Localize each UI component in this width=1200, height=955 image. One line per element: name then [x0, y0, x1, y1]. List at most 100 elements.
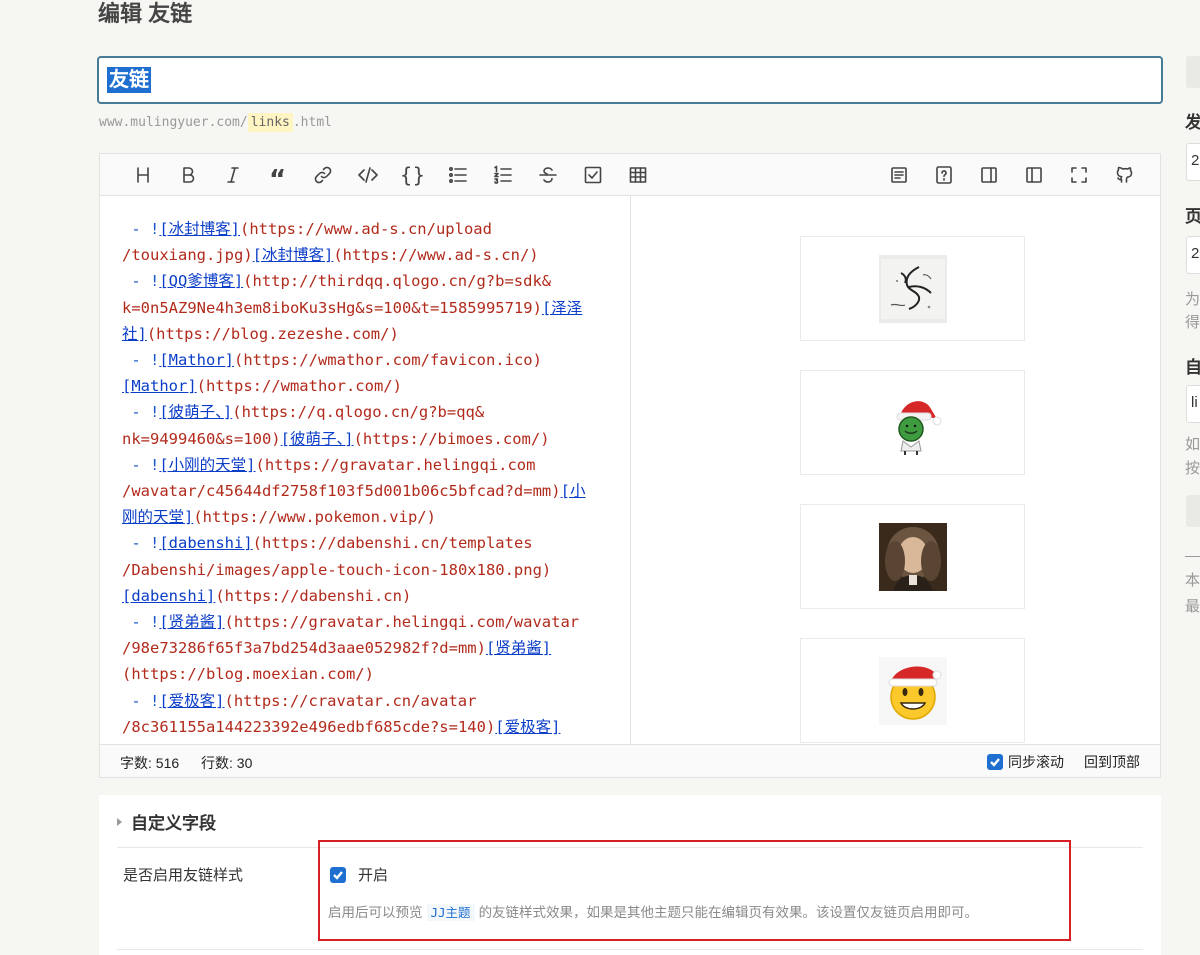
code-line: - ![Mathor](https://wmathor.com/favicon.…	[122, 347, 608, 373]
code-link-text: [Mathor]	[159, 351, 234, 370]
code-line: - ![冰封博客](https://www.ad-s.cn/upload	[122, 216, 608, 242]
code-line: (https://blog.moexian.com/)	[122, 661, 608, 687]
code-line: - ![QQ爹博客](http://thirdqq.qlogo.cn/g?b=s…	[122, 268, 608, 294]
sidebar-note-2: 按	[1185, 460, 1200, 477]
code-text: (http://thirdqq.qlogo.cn/g?b=sdk&	[243, 272, 552, 291]
code-link-text: [小	[560, 482, 586, 501]
quote-icon[interactable]: “	[255, 154, 300, 196]
code-text: /8c361155a144223392e496edbf685cde?s=140)	[122, 717, 496, 736]
enable-checkbox[interactable]	[330, 866, 346, 883]
code-text: (https://dabenshi.cn)	[215, 586, 412, 605]
code-text: (https://blog.zezeshe.com/)	[146, 324, 399, 343]
code-link-text: [Mathor]	[122, 377, 197, 396]
editor-statusbar: 字数: 516 行数: 30 同步滚动 回到顶部	[100, 744, 1160, 777]
heading-icon[interactable]	[120, 154, 165, 196]
code-line: - ![彼萌子、](https://q.qlogo.cn/g?b=qq&	[122, 399, 608, 425]
code-line: /Dabenshi/images/apple-touch-icon-180x18…	[122, 557, 608, 583]
avatar-ink-sketch	[800, 236, 1025, 341]
code-text: - !	[122, 534, 160, 553]
sidebar-publish-label: 发	[1185, 113, 1200, 132]
preview-right-icon[interactable]	[966, 154, 1011, 196]
code-line: 刚的天堂](https://www.pokemon.vip/)	[122, 504, 608, 530]
fullscreen-icon[interactable]	[1056, 154, 1101, 196]
custom-fields-heading: 自定义字段	[131, 814, 216, 833]
preview-left-icon[interactable]	[1011, 154, 1056, 196]
sync-scroll-label[interactable]: 同步滚动	[1008, 752, 1064, 772]
code-link-text: [冰封博客]	[252, 246, 334, 265]
code-text: - !	[122, 613, 160, 632]
code-line: /98e73286f65f3a7bd254d3aae052982f?d=mm)[…	[122, 635, 608, 661]
markdown-source[interactable]: - ![冰封博客](https://www.ad-s.cn/upload/tou…	[100, 196, 631, 745]
code-link-text: [QQ爹博客]	[159, 272, 244, 291]
code-text: (https://cravatar.cn/avatar	[224, 691, 477, 710]
avatar-green-santa-character	[800, 370, 1025, 475]
right-sidebar: 发 2 页 2 为 得 自 li 如 按 本 最	[1185, 0, 1200, 955]
toc-icon[interactable]	[876, 154, 921, 196]
code-text: nk=9499460&s=100)	[122, 429, 281, 448]
sidebar-custom-input[interactable]: li	[1186, 385, 1200, 423]
code-line: /8c361155a144223392e496edbf685cde?s=140)…	[122, 714, 608, 740]
code-text: (https://www.ad-s.cn/upload	[240, 220, 492, 238]
code-link-text: [彼萌子、]	[280, 429, 354, 448]
back-to-top-link[interactable]: 回到顶部	[1084, 752, 1140, 772]
santa-emoji-image	[878, 656, 947, 725]
help-icon[interactable]	[921, 154, 966, 196]
unordered-list-icon[interactable]	[435, 154, 480, 196]
strikethrough-icon[interactable]	[525, 154, 570, 196]
bold-icon[interactable]	[165, 154, 210, 196]
code-text: - !	[122, 351, 160, 370]
code-block-icon[interactable]: {}	[390, 154, 435, 196]
sidebar-divider	[1185, 556, 1200, 557]
code-line: nk=9499460&s=100)[彼萌子、](https://bimoes.c…	[122, 426, 608, 452]
field-label-friend-link-style: 是否启用友链样式	[123, 867, 244, 884]
avatar-portrait-painting	[800, 504, 1025, 609]
code-line: - ![dabenshi](https://dabenshi.cn/templa…	[122, 530, 608, 556]
code-text: /touxiang.jpg)	[122, 246, 253, 265]
title-input[interactable]: 友链	[97, 56, 1163, 104]
code-link-text: [彼萌子、]	[159, 403, 233, 422]
code-text: - !	[122, 220, 160, 238]
code-line: - ![小刚的天堂](https://gravatar.helingqi.com	[122, 452, 608, 478]
sidebar-page-input[interactable]: 2	[1186, 236, 1200, 274]
field-description: 启用后可以预览 JJ主题 的友链样式效果，如果是其他主题只能在编辑页有效果。该设置仅…	[328, 901, 978, 921]
code-link-text: 社]	[122, 324, 147, 343]
sync-scroll-checkbox[interactable]	[987, 754, 1003, 770]
code-line: /wavatar/c45644df2758f103f5d001b06c5bfca…	[122, 478, 608, 504]
code-text: - !	[122, 691, 160, 710]
green-santa-character-image	[896, 400, 941, 455]
enable-option-label[interactable]: 开启	[358, 864, 388, 885]
code-text: k=0n5AZ9Ne4h3em8iboKu3sHg&s=100&t=158599…	[122, 298, 542, 317]
divider	[117, 949, 1143, 950]
theme-name-code: JJ主题	[426, 904, 475, 921]
code-icon[interactable]	[345, 154, 390, 196]
code-line: - ![爱极客](https://cravatar.cn/avatar	[122, 688, 608, 714]
code-text: (https://gravatar.helingqi.com	[255, 455, 536, 474]
portrait-painting-image	[878, 522, 947, 591]
sidebar-action-button[interactable]	[1186, 495, 1200, 527]
github-icon[interactable]	[1101, 154, 1146, 196]
code-line: - ![贤弟酱](https://gravatar.helingqi.com/w…	[122, 609, 608, 635]
italic-icon[interactable]	[210, 154, 255, 196]
sidebar-hint-1: 为	[1185, 291, 1200, 308]
sidebar-footer-2: 最	[1185, 598, 1200, 615]
caret-right-icon	[117, 817, 122, 826]
sidebar-button[interactable]	[1186, 56, 1200, 88]
ordered-list-icon[interactable]	[480, 154, 525, 196]
code-link-text: 刚的天堂]	[122, 508, 194, 527]
code-text: /98e73286f65f3a7bd254d3aae052982f?d=mm)	[122, 639, 486, 658]
code-text: - !	[122, 272, 160, 291]
permalink-slug[interactable]: links	[247, 113, 293, 132]
link-icon[interactable]	[300, 154, 345, 196]
table-icon[interactable]	[615, 154, 660, 196]
code-text: - !	[122, 403, 160, 422]
enable-option[interactable]: 开启	[330, 864, 388, 885]
editor-toolbar: “ {}	[100, 154, 1160, 196]
avatar-santa-emoji	[800, 638, 1025, 743]
sidebar-custom-value: li	[1191, 394, 1198, 411]
custom-fields-toggle[interactable]: 自定义字段	[117, 809, 216, 834]
code-link-text: [贤弟酱]	[485, 639, 552, 658]
code-line: /touxiang.jpg)[冰封博客](https://www.ad-s.cn…	[122, 242, 608, 268]
code-line: [Mathor](https://wmathor.com/)	[122, 373, 608, 399]
checkbox-icon[interactable]	[570, 154, 615, 196]
sidebar-publish-input[interactable]: 2	[1186, 143, 1200, 181]
